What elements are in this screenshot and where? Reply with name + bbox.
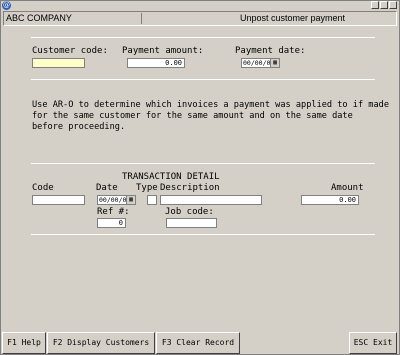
calendar-icon[interactable]: ▦ (270, 59, 279, 67)
screen-header: ABC COMPANY Unpost customer payment (3, 11, 397, 26)
payment-amount-input[interactable]: 0.00 (127, 58, 185, 68)
job-code-input[interactable] (166, 218, 217, 228)
payment-date-label: Payment date: (235, 46, 306, 56)
close-button[interactable] (389, 1, 397, 9)
info-text: Use AR-O to determine which invoices a p… (32, 100, 389, 132)
description-label: Description (160, 183, 220, 193)
divider-detail (31, 163, 375, 164)
ref-input[interactable]: 0 (97, 218, 126, 228)
description-input[interactable] (160, 195, 262, 205)
f2-display-customers-button[interactable]: F2 Display Customers (47, 332, 155, 354)
app-icon[interactable]: @ (2, 1, 11, 10)
code-label: Code (32, 183, 54, 193)
ref-label: Ref #: (97, 207, 130, 217)
calendar-icon[interactable]: ▦ (126, 196, 135, 204)
job-code-label: Job code: (165, 207, 214, 217)
title-bar: @ (1, 1, 399, 11)
minimize-button[interactable] (371, 1, 379, 9)
f3-clear-record-button[interactable]: F3 Clear Record (156, 332, 240, 354)
esc-exit-button[interactable]: ESC Exit (349, 332, 397, 354)
header-divider (141, 13, 142, 24)
amount-input[interactable]: 0.00 (301, 195, 359, 205)
divider-top (31, 37, 375, 38)
transaction-detail-title: TRANSACTION DETAIL (122, 172, 220, 182)
customer-code-label: Customer code: (32, 46, 108, 56)
payment-amount-label: Payment amount: (122, 46, 204, 56)
type-label: Type (136, 183, 158, 193)
company-name: ABC COMPANY (6, 13, 72, 23)
amount-label: Amount (331, 183, 364, 193)
type-input[interactable] (147, 195, 157, 205)
f1-help-button[interactable]: F1 Help (2, 332, 46, 354)
date-label: Date (96, 183, 118, 193)
divider-middle (31, 79, 375, 80)
customer-code-input[interactable] (32, 58, 85, 68)
divider-bottom (31, 234, 375, 235)
detail-date-input[interactable]: 00/00/00 ▦ (97, 195, 136, 205)
function-key-bar: F1 Help F2 Display Customers F3 Clear Re… (1, 332, 399, 354)
maximize-button[interactable] (380, 1, 388, 9)
code-input[interactable] (32, 195, 85, 205)
app-window: @ ABC COMPANY Unpost customer payment Cu… (0, 0, 400, 355)
payment-date-input[interactable]: 00/00/00 ▦ (241, 58, 280, 68)
screen-title: Unpost customer payment (240, 13, 346, 23)
